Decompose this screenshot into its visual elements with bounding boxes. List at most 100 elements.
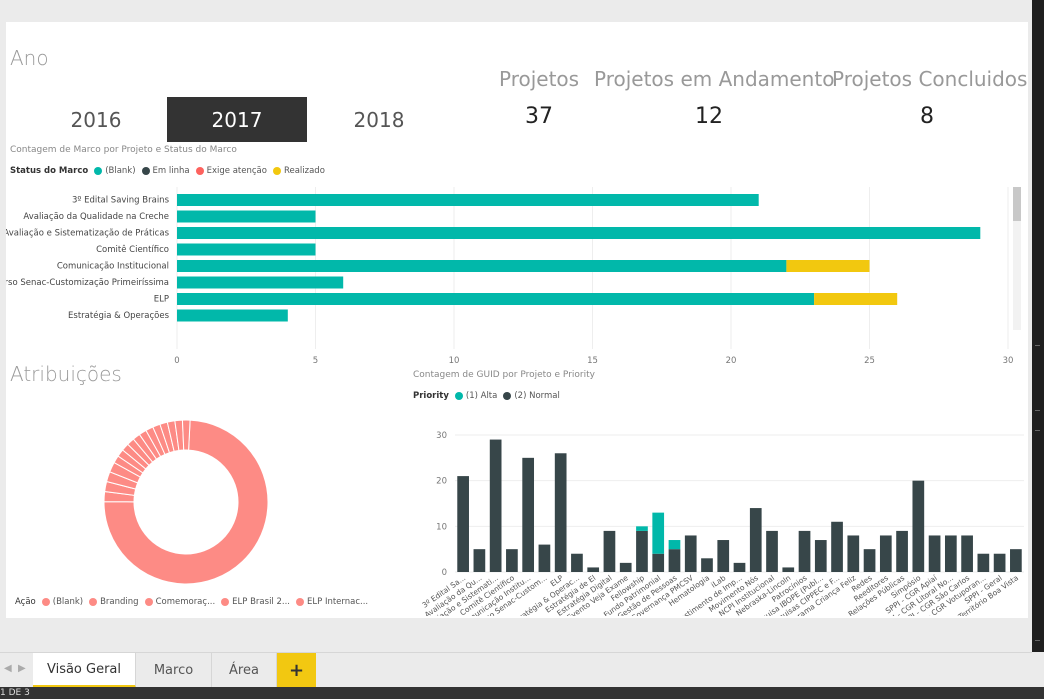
marco-bar bbox=[814, 293, 898, 305]
kpi-projetos-value: 37 bbox=[525, 104, 553, 129]
guid-bar bbox=[717, 540, 730, 572]
guid-legend: Priority (1) Alta (2) Normal bbox=[413, 391, 566, 401]
guid-bar bbox=[798, 530, 811, 572]
legend-item-normal[interactable]: (2) Normal bbox=[503, 391, 560, 401]
marco-bar-chart: 0 5 10 15 20 25 30 3º Edital Saving Brains Avali… bbox=[6, 187, 1021, 366]
tab-marco[interactable]: Marco bbox=[136, 653, 212, 688]
year-option-2018[interactable]: 2018 bbox=[309, 97, 449, 142]
guid-bar bbox=[652, 512, 665, 554]
right-panel-edge bbox=[1032, 0, 1044, 652]
marco-bar bbox=[177, 227, 981, 239]
status-bar: 1 DE 3 bbox=[0, 687, 1044, 699]
marco-chart-title: Contagem de Marco por Projeto e Status d… bbox=[10, 145, 237, 155]
marco-y-label: Comunicação Institucional bbox=[57, 262, 169, 272]
tab-prev-icon[interactable]: ◀ bbox=[4, 663, 12, 674]
guid-bar bbox=[831, 521, 843, 572]
marco-bar bbox=[177, 293, 815, 305]
marco-x-tick: 0 bbox=[174, 356, 179, 366]
guid-bar bbox=[896, 530, 908, 572]
tab-next-icon[interactable]: ▶ bbox=[18, 663, 26, 674]
atrib-title: Atribuições bbox=[10, 362, 122, 386]
marco-x-tick: 25 bbox=[864, 356, 875, 366]
guid-bar bbox=[701, 558, 713, 572]
page-tab-bar: ◀ ▶ Visão Geral Marco Área + bbox=[0, 652, 1032, 688]
legend-item-realizado[interactable]: Realizado bbox=[272, 166, 325, 176]
marco-y-label: 3º Edital Saving Brains bbox=[72, 196, 170, 206]
marco-x-tick: 5 bbox=[313, 356, 318, 366]
marco-bar bbox=[177, 260, 787, 272]
guid-bar bbox=[538, 544, 551, 572]
marco-bar bbox=[177, 276, 344, 289]
marco-x-tick: 20 bbox=[726, 356, 737, 366]
guid-bar bbox=[1010, 549, 1022, 572]
marco-bar bbox=[177, 309, 288, 322]
guid-bar bbox=[473, 549, 486, 572]
guid-bar bbox=[457, 476, 469, 572]
guid-y-tick: 20 bbox=[436, 477, 447, 487]
marco-y-label: Avaliação da Qualidade na Creche bbox=[23, 212, 169, 222]
guid-bar bbox=[912, 480, 925, 572]
marco-x-tick: 10 bbox=[449, 356, 460, 366]
marco-y-label: ELP bbox=[154, 295, 169, 305]
kpi-em-andamento-value: 12 bbox=[695, 104, 723, 129]
guid-bar bbox=[619, 562, 632, 572]
guid-bar bbox=[522, 457, 535, 572]
marco-y-label: Estratégia & Operações bbox=[68, 310, 170, 321]
marco-legend-title: Status do Marco bbox=[10, 166, 89, 176]
guid-bar bbox=[506, 549, 518, 572]
guid-bar bbox=[977, 553, 990, 572]
year-slicer-title: Ano bbox=[10, 46, 49, 70]
guid-bar bbox=[782, 567, 795, 572]
legend-item-em-linha[interactable]: Em linha bbox=[141, 166, 190, 176]
guid-bar bbox=[749, 508, 762, 572]
atrib-legend-item[interactable]: Branding bbox=[89, 597, 139, 607]
marco-y-label: Avaliação e Sistematização de Práticas bbox=[6, 229, 170, 239]
year-option-2017[interactable]: 2017 bbox=[167, 97, 307, 142]
report-canvas: Ano 2016 2017 2018 Projetos 37 Projetos … bbox=[6, 22, 1028, 618]
tab-visao-geral[interactable]: Visão Geral bbox=[33, 653, 136, 688]
atrib-legend-item[interactable]: (Blank) bbox=[41, 597, 83, 607]
legend-item-alta[interactable]: (1) Alta bbox=[454, 391, 497, 401]
guid-bar bbox=[993, 553, 1006, 572]
guid-bar bbox=[554, 453, 567, 572]
marco-bar bbox=[177, 194, 759, 206]
guid-bar bbox=[603, 530, 616, 572]
legend-item-blank[interactable]: (Blank) bbox=[94, 166, 136, 176]
kpi-concluidos-value: 8 bbox=[920, 104, 934, 129]
guid-y-tick: 0 bbox=[442, 568, 447, 578]
guid-bar bbox=[636, 530, 648, 572]
atrib-legend-item[interactable]: ELP Internac... bbox=[296, 597, 368, 607]
guid-bar bbox=[636, 526, 648, 531]
donut-slice bbox=[181, 419, 191, 451]
atrib-legend-title: Ação bbox=[15, 597, 36, 607]
tab-area[interactable]: Área bbox=[212, 653, 277, 688]
marco-x-tick: 30 bbox=[1003, 356, 1014, 366]
kpi-projetos-label: Projetos bbox=[499, 67, 580, 91]
marco-bar bbox=[177, 210, 316, 223]
atrib-legend-item[interactable]: Comemoraç... bbox=[144, 597, 215, 607]
guid-column-chart: 01020303º Edital Sa...Avaliação da Qu...… bbox=[421, 431, 1024, 616]
guid-bar bbox=[847, 535, 860, 572]
guid-bar bbox=[733, 562, 746, 572]
guid-bar bbox=[944, 535, 957, 572]
atrib-legend-item[interactable]: ELP Brasil 2... bbox=[221, 597, 290, 607]
marco-y-label: Comitê Científico bbox=[96, 244, 169, 255]
guid-bar bbox=[668, 540, 681, 550]
year-option-2016[interactable]: 2016 bbox=[26, 97, 166, 142]
add-page-button[interactable]: + bbox=[277, 653, 316, 688]
legend-item-exige[interactable]: Exige atenção bbox=[195, 166, 267, 176]
guid-legend-title: Priority bbox=[413, 391, 449, 401]
marco-x-tick: 15 bbox=[587, 356, 598, 366]
guid-bar bbox=[928, 535, 941, 572]
guid-y-tick: 30 bbox=[436, 431, 447, 441]
guid-bar bbox=[571, 553, 583, 572]
kpi-em-andamento-label: Projetos em Andamento bbox=[594, 67, 835, 91]
atrib-donut-chart bbox=[103, 419, 269, 585]
guid-bar bbox=[489, 439, 502, 572]
guid-chart-title: Contagem de GUID por Projeto e Priority bbox=[413, 370, 595, 380]
guid-bar bbox=[684, 535, 697, 572]
guid-bar bbox=[863, 549, 876, 572]
guid-bar bbox=[814, 540, 827, 572]
guid-bar bbox=[668, 549, 681, 572]
guid-bar bbox=[879, 535, 892, 572]
